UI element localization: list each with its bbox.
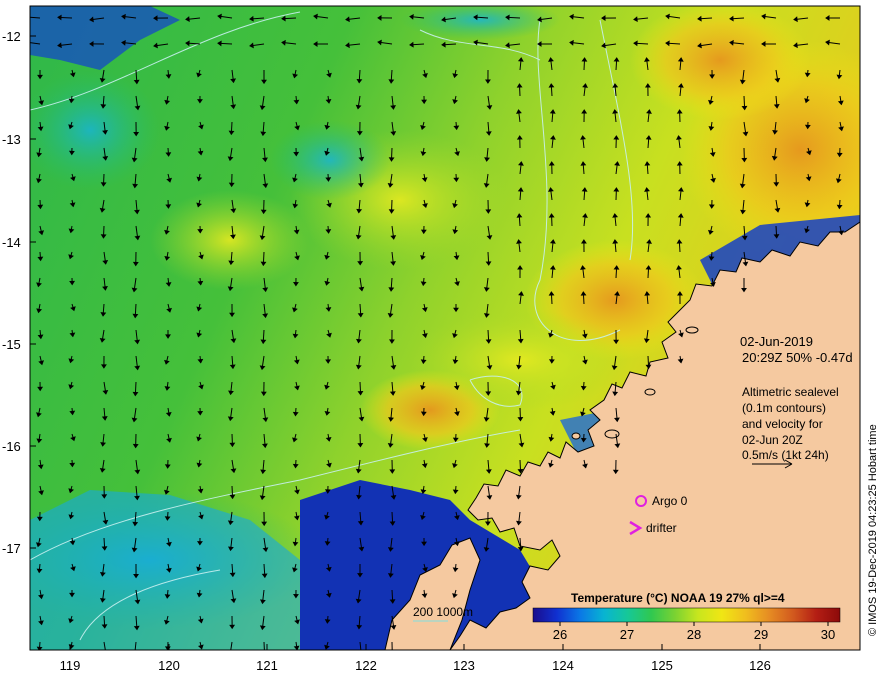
velocity-arrowhead bbox=[262, 652, 266, 655]
island bbox=[644, 388, 656, 396]
velocity-arrowhead bbox=[359, 651, 363, 654]
island bbox=[685, 326, 699, 334]
lon-tick-label: 125 bbox=[651, 658, 673, 673]
colorbar-tick-label: 26 bbox=[553, 627, 567, 642]
colorbar-tick-label: 30 bbox=[821, 627, 835, 642]
depth-contour-key: 200 1000m bbox=[413, 605, 473, 622]
lon-tick-label: 126 bbox=[749, 658, 771, 673]
velocity-arrow bbox=[263, 641, 265, 650]
lat-tick-label: -15 bbox=[2, 337, 21, 352]
altimetry-label: Altimetric sealevel bbox=[742, 385, 839, 399]
pass-info: 20:29Z 50% -0.47d bbox=[742, 350, 853, 365]
altimetry-label: and velocity for bbox=[742, 417, 823, 431]
island bbox=[571, 432, 581, 440]
lon-tick-label: 124 bbox=[552, 658, 574, 673]
image-date: 02-Jun-2019 bbox=[740, 334, 813, 349]
colorbar-tick-label: 29 bbox=[754, 627, 768, 642]
colorbar-title: Temperature (°C) NOAA 19 27% ql>=4 bbox=[571, 591, 785, 605]
lon-tick-label: 122 bbox=[355, 658, 377, 673]
lat-tick-label: -14 bbox=[2, 235, 21, 250]
lon-tick-label: 123 bbox=[453, 658, 475, 673]
yellow-water-patch bbox=[150, 190, 310, 290]
sst-map-figure: -12 -13 -14 -15 -16 -17 119 120 121 122 … bbox=[2, 5, 879, 673]
credit-text: © IMOS 19-Dec-2019 04:23:25 Hobart time bbox=[867, 424, 879, 636]
velocity-arrowhead bbox=[107, 649, 109, 650]
colorbar-tick-label: 28 bbox=[687, 627, 701, 642]
cool-water-patch bbox=[270, 120, 390, 200]
lon-tick-label: 119 bbox=[60, 658, 81, 673]
map-plot bbox=[26, 6, 860, 655]
velocity-arrowhead bbox=[390, 652, 394, 655]
lat-tick-label: -12 bbox=[2, 29, 21, 44]
altimetry-label: (0.1m contours) bbox=[742, 401, 826, 415]
lat-tick-label: -17 bbox=[2, 541, 21, 556]
lat-tick-label: -16 bbox=[2, 439, 21, 454]
velocity-arrowhead bbox=[26, 15, 29, 19]
island bbox=[604, 429, 620, 439]
lon-tick-label: 120 bbox=[158, 658, 180, 673]
colorbar-tick-label: 27 bbox=[620, 627, 634, 642]
lat-tick-label: -13 bbox=[2, 132, 21, 147]
velocity-arrowhead bbox=[229, 651, 233, 654]
colorbar-ramp bbox=[532, 607, 841, 623]
altimetry-label: 02-Jun 20Z bbox=[742, 433, 803, 447]
lon-tick-label: 121 bbox=[256, 658, 278, 673]
drifter-label: drifter bbox=[646, 521, 677, 535]
velocity-arrowhead bbox=[133, 652, 137, 655]
argo-label: Argo 0 bbox=[652, 494, 688, 508]
depth-contour-label: 200 1000m bbox=[413, 605, 473, 619]
warm-water-patch bbox=[630, 6, 810, 120]
velocity-arrowhead bbox=[26, 41, 29, 45]
